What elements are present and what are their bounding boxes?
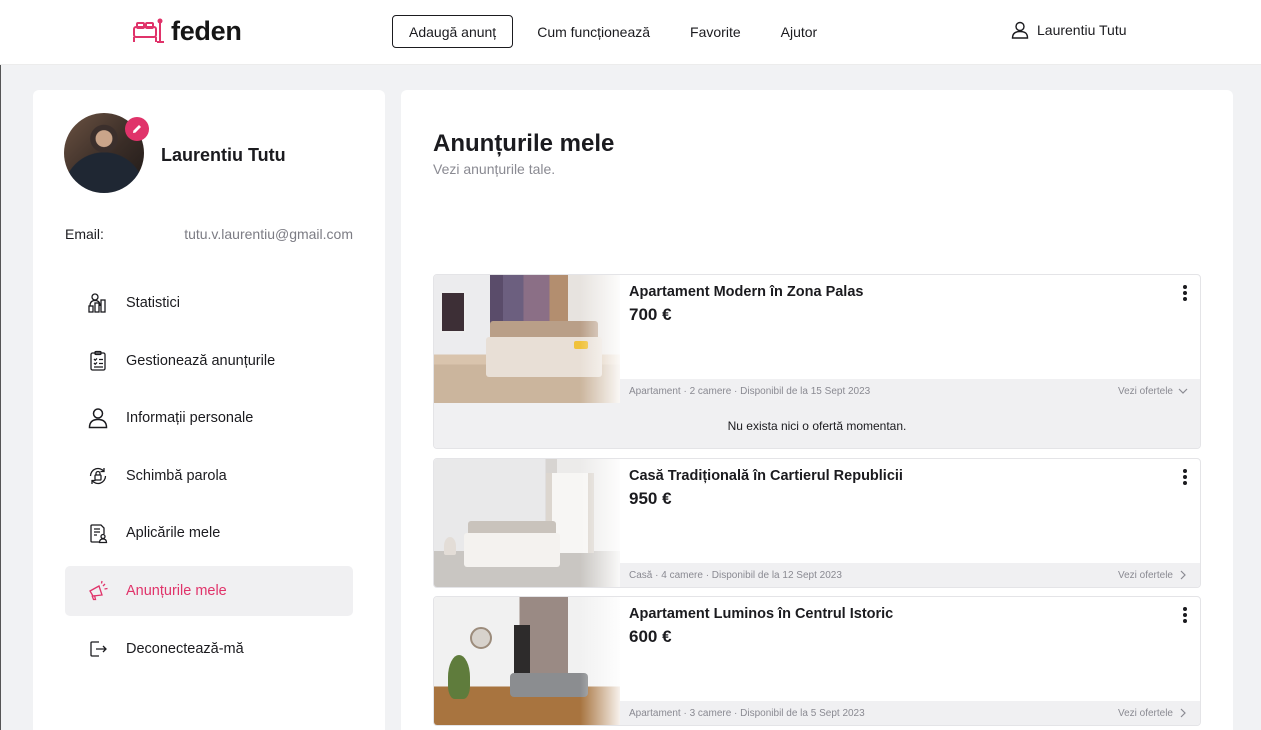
- logo[interactable]: feden: [133, 17, 242, 45]
- listing-title[interactable]: Apartament Modern în Zona Palas: [629, 284, 863, 300]
- photo-detail: [514, 625, 530, 673]
- bed-logo-icon: [133, 18, 164, 43]
- sidebar-item-label: Informații personale: [126, 410, 254, 427]
- more-options-icon[interactable]: [1182, 285, 1188, 301]
- listing-meta: Casă · 4 camere · Disponibil de la 12 Se…: [629, 569, 842, 581]
- nav-help[interactable]: Ajutor: [781, 24, 818, 40]
- megaphone-icon: [87, 580, 109, 602]
- view-offers-toggle[interactable]: Vezi ofertele: [1118, 386, 1188, 397]
- sidebar-item-label: Statistici: [126, 295, 180, 311]
- statistics-icon: [87, 292, 109, 314]
- listing-title[interactable]: Casă Tradițională în Cartierul Republici…: [629, 468, 903, 484]
- logo-text: feden: [171, 16, 242, 46]
- photo-detail: [444, 537, 456, 555]
- listing-meta-bar: Apartament · 2 camere · Disponibil de la…: [620, 379, 1200, 403]
- nav-how-it-works[interactable]: Cum funcționează: [537, 24, 650, 40]
- chevron-right-icon: [1180, 570, 1186, 580]
- listing-meta: Apartament · 3 camere · Disponibil de la…: [629, 707, 865, 719]
- edit-avatar-button[interactable]: [125, 117, 149, 141]
- nav-favorites[interactable]: Favorite: [690, 24, 741, 40]
- view-offers-label: Vezi ofertele: [1117, 385, 1173, 397]
- chevron-right-icon: [1180, 708, 1186, 718]
- listing-meta-bar: Apartament · 3 camere · Disponibil de la…: [620, 701, 1200, 725]
- clipboard-list-icon: [87, 350, 109, 372]
- sidebar-menu: Statistici Gestionează anunțurile Inform…: [65, 278, 353, 681]
- more-options-icon[interactable]: [1182, 469, 1188, 485]
- email-row: Email: tutu.v.laurentiu@gmail.com: [65, 226, 353, 242]
- photo-detail: [510, 673, 588, 697]
- sidebar-item-logout[interactable]: Deconectează-mă: [65, 624, 353, 674]
- view-offers-label: Vezi ofertele: [1117, 707, 1173, 719]
- sidebar-item-label: Anunțurile mele: [126, 582, 227, 599]
- main-panel: Anunțurile mele Vezi anunțurile tale. Ap…: [401, 90, 1233, 730]
- sidebar-item-label: Aplicările mele: [126, 525, 221, 542]
- photo-detail: [486, 337, 602, 377]
- page-title: Anunțurile mele: [433, 130, 615, 157]
- main-nav: Adaugă anunț Cum funcționează Favorite A…: [392, 15, 817, 48]
- sidebar-item-label: Deconectează-mă: [126, 640, 244, 657]
- listing-card[interactable]: Apartament Luminos în Centrul Istoric 60…: [433, 596, 1201, 726]
- photo-detail: [574, 341, 588, 349]
- lock-refresh-icon: [87, 465, 109, 487]
- profile-name: Laurentiu Tutu: [161, 145, 286, 165]
- listing-photo[interactable]: [434, 459, 620, 587]
- listing-card-top: Apartament Luminos în Centrul Istoric 60…: [434, 597, 1200, 725]
- email-value: tutu.v.laurentiu@gmail.com: [184, 226, 353, 242]
- sidebar-item-statistics[interactable]: Statistici: [65, 278, 353, 328]
- view-offers-toggle[interactable]: Vezi ofertele: [1118, 708, 1188, 719]
- sidebar-item-change-password[interactable]: Schimbă parola: [65, 451, 353, 501]
- listing-card[interactable]: Apartament Modern în Zona Palas 700 € Ap…: [433, 274, 1201, 449]
- page-subtitle: Vezi anunțurile tale.: [433, 161, 556, 177]
- sidebar-item-label: Schimbă parola: [126, 467, 227, 484]
- sidebar-item-my-applications[interactable]: Aplicările mele: [65, 508, 353, 558]
- listing-price: 950 €: [629, 489, 672, 508]
- more-options-icon[interactable]: [1182, 607, 1188, 623]
- top-header: feden Adaugă anunț Cum funcționează Favo…: [0, 0, 1261, 65]
- email-label: Email:: [65, 226, 104, 242]
- logout-icon: [87, 638, 109, 660]
- user-icon: [1011, 21, 1029, 39]
- sidebar-item-manage-listings[interactable]: Gestionează anunțurile: [65, 336, 353, 386]
- listing-price: 700 €: [629, 305, 672, 324]
- listing-card-top: Apartament Modern în Zona Palas 700 € Ap…: [434, 275, 1200, 403]
- profile-sidebar: Laurentiu Tutu Email: tutu.v.laurentiu@g…: [33, 90, 385, 730]
- offers-empty-message: Nu exista nici o ofertă momentan.: [434, 403, 1200, 448]
- user-icon: [87, 407, 109, 429]
- view-offers-toggle[interactable]: Vezi ofertele: [1118, 570, 1188, 581]
- listing-meta-bar: Casă · 4 camere · Disponibil de la 12 Se…: [620, 563, 1200, 587]
- user-menu[interactable]: Laurentiu Tutu: [1011, 21, 1127, 39]
- listing-meta: Apartament · 2 camere · Disponibil de la…: [629, 385, 871, 397]
- view-offers-label: Vezi ofertele: [1117, 569, 1173, 581]
- sidebar-item-label: Gestionează anunțurile: [126, 352, 276, 369]
- listing-photo[interactable]: [434, 275, 620, 403]
- sidebar-item-my-listings[interactable]: Anunțurile mele: [65, 565, 353, 616]
- window-edge: [0, 0, 1, 730]
- listing-price: 600 €: [629, 627, 672, 646]
- avatar-container: [64, 113, 149, 195]
- listing-photo[interactable]: [434, 597, 620, 725]
- listing-card[interactable]: Casă Tradițională în Cartierul Republici…: [433, 458, 1201, 588]
- document-user-icon: [87, 522, 109, 544]
- photo-detail: [464, 533, 560, 567]
- pencil-icon: [133, 125, 141, 133]
- chevron-down-icon: [1178, 388, 1188, 394]
- listing-title[interactable]: Apartament Luminos în Centrul Istoric: [629, 606, 893, 622]
- photo-detail: [440, 291, 466, 333]
- photo-detail: [470, 627, 492, 649]
- add-listing-button[interactable]: Adaugă anunț: [392, 15, 514, 48]
- sidebar-item-personal-info[interactable]: Informații personale: [65, 393, 353, 443]
- user-name: Laurentiu Tutu: [1037, 22, 1127, 38]
- photo-detail: [448, 655, 470, 699]
- listing-card-top: Casă Tradițională în Cartierul Republici…: [434, 459, 1200, 587]
